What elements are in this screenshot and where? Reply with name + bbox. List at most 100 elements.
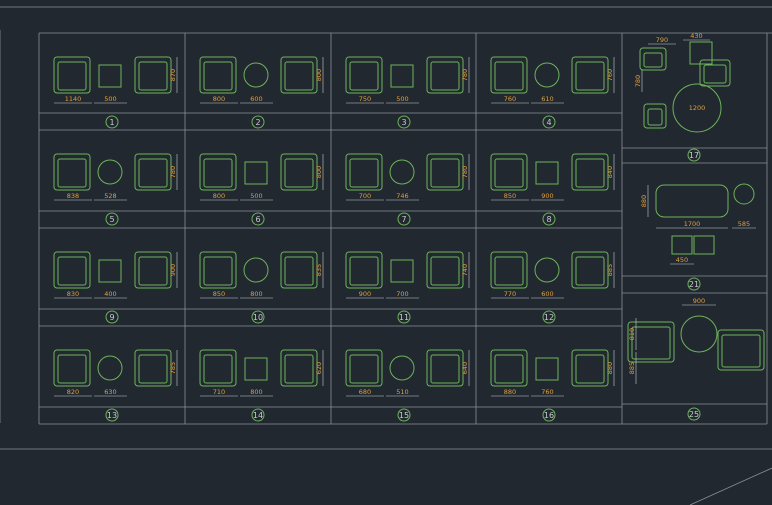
armchair-symbol bbox=[490, 251, 528, 289]
dimension-text: 880 bbox=[504, 388, 516, 396]
armchair-symbol bbox=[426, 251, 464, 289]
dimension-text: 885 bbox=[606, 264, 614, 276]
dimension-text: 840 bbox=[606, 166, 614, 178]
side-table-symbol bbox=[535, 357, 559, 381]
chair-seat bbox=[647, 108, 663, 126]
chair-seat bbox=[494, 354, 524, 384]
dimension-text: 450 bbox=[676, 256, 688, 264]
dimension-text: 400 bbox=[104, 290, 116, 298]
dimension-text: 746 bbox=[396, 192, 408, 200]
dimension-text: 850 bbox=[504, 192, 516, 200]
dimension-text: 610 bbox=[541, 95, 553, 103]
side-table-symbol bbox=[244, 161, 268, 185]
armchair-symbol bbox=[643, 103, 667, 129]
dimension-text: 760 bbox=[504, 95, 516, 103]
chair-seat bbox=[284, 256, 314, 286]
chair-seat bbox=[349, 354, 379, 384]
cell-number: 21 bbox=[689, 280, 699, 289]
dimension-text: 820 bbox=[67, 388, 79, 396]
armchair-symbol bbox=[571, 56, 609, 94]
chair-seat bbox=[349, 256, 379, 286]
cell-number: 9 bbox=[109, 313, 114, 322]
dimension-text: 760 bbox=[541, 388, 553, 396]
dimension-text: 680 bbox=[359, 388, 371, 396]
armchair-symbol bbox=[490, 349, 528, 387]
cad-drawing-canvas[interactable]: 1140 5008701800 6008002750 5007803760 610760… bbox=[0, 0, 772, 505]
chair-seat bbox=[284, 354, 314, 384]
side-table-symbol bbox=[390, 259, 414, 283]
sofa-symbol bbox=[655, 184, 729, 218]
armchair-symbol bbox=[426, 56, 464, 94]
armchair-symbol bbox=[717, 329, 765, 371]
chair-seat bbox=[494, 61, 524, 91]
chair-seat bbox=[349, 61, 379, 91]
dimension-text: 500 bbox=[250, 192, 262, 200]
chair-seat bbox=[430, 256, 460, 286]
dimension-text: 900 bbox=[359, 290, 371, 298]
dimension-text: 800 bbox=[213, 192, 225, 200]
armchair-symbol bbox=[280, 56, 318, 94]
chair-seat bbox=[138, 256, 168, 286]
armchair-symbol bbox=[134, 56, 172, 94]
dimension-text: 1700 bbox=[684, 220, 701, 228]
armchair-symbol bbox=[426, 349, 464, 387]
dimension-text: 1140 bbox=[65, 95, 82, 103]
dimension-text: 900 bbox=[541, 192, 553, 200]
chair-seat bbox=[430, 354, 460, 384]
cell-number: 6 bbox=[255, 215, 260, 224]
side-table-symbol bbox=[693, 235, 715, 255]
armchair-symbol bbox=[280, 251, 318, 289]
dimension-text: 790 bbox=[656, 36, 668, 44]
cell-number: 17 bbox=[689, 151, 699, 160]
armchair-symbol bbox=[571, 153, 609, 191]
dimension-text: 430 bbox=[690, 32, 702, 40]
chair-seat bbox=[203, 256, 233, 286]
side-table-symbol bbox=[390, 64, 414, 88]
cell-number: 8 bbox=[546, 215, 551, 224]
chair-seat bbox=[575, 354, 605, 384]
dimension-text: 620 bbox=[315, 362, 323, 374]
round-table-symbol bbox=[389, 355, 415, 381]
armchair-symbol bbox=[490, 153, 528, 191]
side-table-symbol bbox=[671, 235, 693, 255]
armchair-symbol bbox=[199, 349, 237, 387]
dimension-text: 630 bbox=[104, 388, 116, 396]
chair-seat bbox=[138, 158, 168, 188]
cell-labels: 1140 5008701800 6008002750 5007803760 610760… bbox=[65, 32, 750, 422]
cell-number: 3 bbox=[401, 118, 406, 127]
cell-number: 16 bbox=[544, 411, 554, 420]
chair-seat bbox=[203, 354, 233, 384]
chair-seat bbox=[494, 158, 524, 188]
chair-seat bbox=[203, 158, 233, 188]
chair-seat bbox=[721, 334, 761, 368]
chair-seat bbox=[494, 256, 524, 286]
dimension-text: 600 bbox=[541, 290, 553, 298]
armchair-symbol bbox=[134, 349, 172, 387]
cell-number: 13 bbox=[107, 411, 117, 420]
cell-number: 15 bbox=[399, 411, 409, 420]
dimension-text: 780 bbox=[634, 75, 642, 87]
dimension-text: 500 bbox=[396, 95, 408, 103]
chair-outline bbox=[643, 103, 667, 129]
armchair-symbol bbox=[571, 251, 609, 289]
side-table-symbol bbox=[98, 64, 122, 88]
chair-seat bbox=[57, 256, 87, 286]
dimension-text: 640 bbox=[461, 362, 469, 374]
cell-number: 5 bbox=[109, 215, 114, 224]
dimension-text: 880 bbox=[606, 362, 614, 374]
dimension-text: 1200 bbox=[689, 104, 706, 112]
chair-seat bbox=[284, 158, 314, 188]
dimension-text: 780 bbox=[461, 69, 469, 81]
dimension-text: 800 bbox=[315, 69, 323, 81]
dimension-text: 700 bbox=[359, 192, 371, 200]
cell-number: 7 bbox=[401, 215, 406, 224]
round-table-symbol bbox=[733, 183, 755, 205]
chair-seat bbox=[138, 61, 168, 91]
cell-number: 25 bbox=[689, 410, 699, 419]
dimension-text: 500 bbox=[104, 95, 116, 103]
armchair-symbol bbox=[345, 153, 383, 191]
dimension-text: 810 bbox=[628, 328, 636, 340]
chair-seat bbox=[703, 64, 727, 84]
cell-number: 1 bbox=[109, 118, 114, 127]
chair-seat bbox=[57, 354, 87, 384]
